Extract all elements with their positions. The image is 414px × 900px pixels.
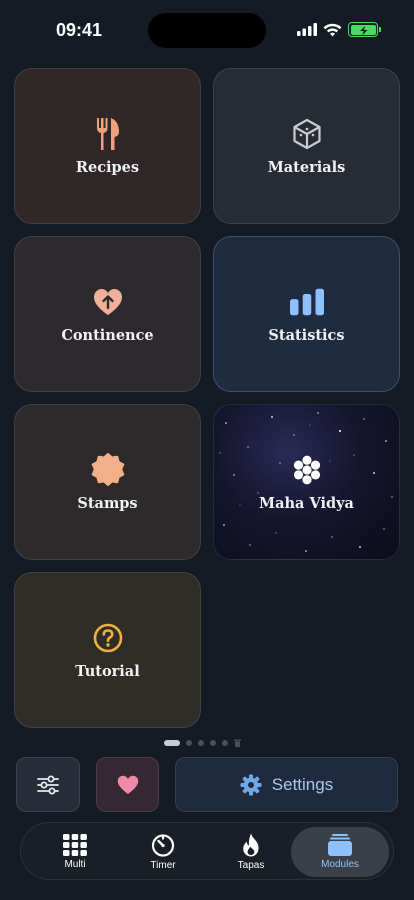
dynamic-island: [148, 13, 266, 48]
heart-arrow-icon: [91, 285, 125, 319]
battery-icon: [348, 22, 381, 37]
seal-badge-icon: [91, 452, 125, 487]
tab-label: Tapas: [237, 860, 265, 871]
page-dot[interactable]: [186, 739, 192, 746]
question-circle-icon: [91, 621, 125, 655]
tab-multi[interactable]: Multi: [29, 827, 121, 877]
wifi-icon: [323, 23, 342, 36]
sliders-icon: [37, 775, 59, 794]
trash-icon[interactable]: [234, 739, 241, 747]
module-label: Maha Vidya: [259, 494, 354, 512]
module-tile-tutorial[interactable]: Tutorial: [14, 572, 201, 728]
signal-icon: [297, 23, 317, 36]
status-bar: 09:41: [0, 0, 414, 60]
status-time: 09:41: [56, 20, 103, 40]
bar-chart-icon: [289, 285, 324, 319]
timer-icon: [151, 834, 175, 857]
page-dot[interactable]: [198, 739, 204, 746]
module-tile-maha-vidya[interactable]: Maha Vidya: [213, 404, 400, 560]
module-label: Tutorial: [75, 662, 140, 680]
tab-modules[interactable]: Modules: [291, 827, 389, 877]
settings-button[interactable]: Settings: [175, 757, 398, 812]
tab-bar: Multi Timer Tapas Modules: [20, 822, 394, 880]
module-label: Recipes: [75, 158, 140, 176]
settings-label: Settings: [271, 774, 334, 794]
page-indicator[interactable]: [164, 739, 241, 747]
folders-icon: [328, 834, 352, 856]
gear-icon: [240, 774, 262, 795]
module-label: Stamps: [77, 494, 138, 512]
tab-label: Timer: [150, 860, 176, 871]
tab-tapas[interactable]: Tapas: [205, 827, 297, 877]
grid-icon: [63, 834, 87, 856]
status-icons: [297, 22, 381, 37]
favorites-button[interactable]: [96, 757, 159, 812]
module-tile-statistics[interactable]: Statistics: [213, 236, 400, 392]
heart-icon: [117, 775, 138, 794]
page-dot-active[interactable]: [164, 739, 180, 746]
module-tile-continence[interactable]: Continence: [14, 236, 201, 392]
module-label: Continence: [61, 326, 154, 344]
page-dot[interactable]: [210, 739, 216, 746]
module-label: Statistics: [268, 326, 345, 344]
module-tile-materials[interactable]: Materials: [213, 68, 400, 224]
cube-icon: [290, 117, 324, 151]
tab-label: Modules: [321, 859, 359, 870]
module-label: Materials: [267, 158, 346, 176]
module-tile-recipes[interactable]: Recipes: [14, 68, 201, 224]
filters-button[interactable]: [16, 757, 80, 812]
flame-icon: [243, 833, 259, 857]
flower-icon: [290, 453, 324, 487]
tab-timer[interactable]: Timer: [117, 827, 209, 877]
page-dot[interactable]: [222, 739, 228, 746]
module-tile-stamps[interactable]: Stamps: [14, 404, 201, 560]
fork-knife-icon: [91, 117, 125, 151]
tab-label: Multi: [64, 859, 86, 870]
